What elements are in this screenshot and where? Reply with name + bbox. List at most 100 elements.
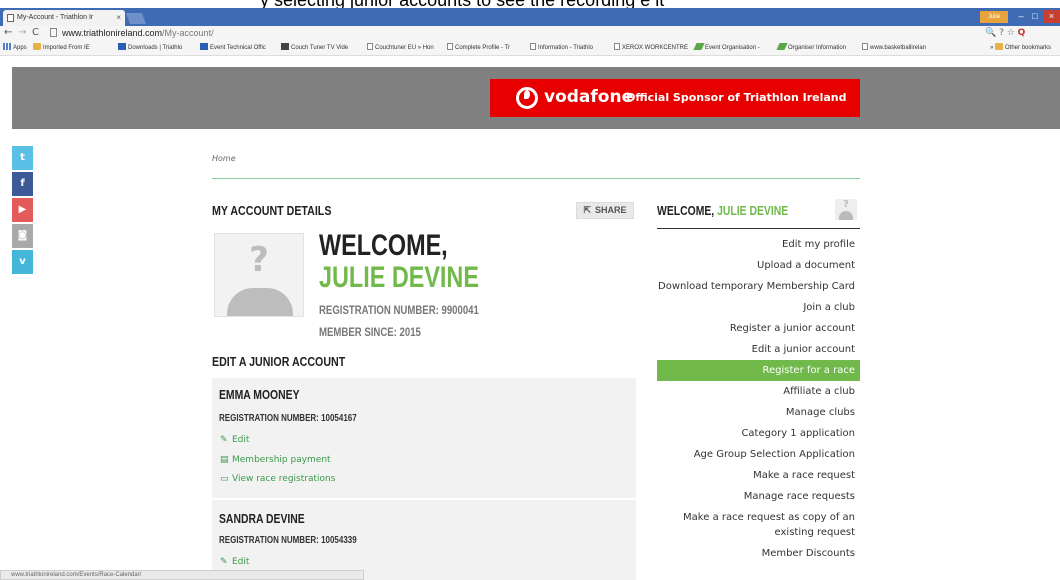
page-icon — [50, 28, 57, 37]
menu-item[interactable]: Edit my profile — [657, 234, 860, 255]
page-icon — [447, 43, 453, 50]
vodafone-sponsor-ad[interactable]: vodafone Official Sponsor of Triathlon I… — [490, 79, 860, 117]
junior-race-registrations-label: View race registrations — [232, 474, 336, 484]
junior-edit-link[interactable]: ✎ Edit — [220, 557, 249, 567]
junior-account-card: EMMA MOONEY REGISTRATION NUMBER: 1005416… — [212, 378, 636, 498]
menu-item[interactable]: Affiliate a club — [657, 381, 860, 402]
profile-badge[interactable]: Julie — [980, 11, 1008, 23]
junior-edit-link[interactable]: ✎ Edit — [220, 435, 249, 445]
url-field[interactable]: www.triathlonireland.com/My-account/ — [50, 27, 950, 39]
breadcrumb[interactable]: Home — [212, 154, 236, 163]
menu-item[interactable]: Manage race requests — [657, 486, 860, 507]
bookmark-label: Event Organisation - — [705, 45, 760, 51]
bookmark-label: Apps — [13, 45, 27, 51]
bookmark-label: Event Technical Offic — [210, 45, 266, 51]
grid-icon — [3, 43, 11, 50]
bookmark-item[interactable]: Event Technical Offic — [200, 43, 266, 53]
breadcrumb-home[interactable]: Home — [212, 154, 236, 163]
bookmarks-bar: » Other bookmarks Apps Imported From IE Do… — [0, 40, 1060, 56]
new-tab-button[interactable] — [125, 13, 147, 24]
sidebar-avatar: ? — [835, 199, 857, 220]
bookmark-item[interactable]: Organiser Information — [776, 43, 846, 53]
close-window-button[interactable]: × — [1043, 10, 1060, 23]
menu-item[interactable]: Category 1 application — [657, 423, 860, 444]
sidebar-divider — [657, 228, 860, 229]
maximize-button[interactable]: □ — [1028, 10, 1042, 23]
twitter-icon[interactable]: t — [12, 146, 33, 170]
bookmark-label: Imported From IE — [43, 45, 90, 51]
sidebar-avatar-silhouette — [839, 211, 853, 220]
share-button[interactable]: ⇱ SHARE — [576, 202, 634, 219]
sidebar-avatar-placeholder-icon: ? — [843, 199, 849, 210]
page-icon — [530, 43, 536, 50]
sponsor-text: Official Sponsor of Triathlon Ireland — [626, 91, 847, 104]
bookmarks-more-icon[interactable]: » — [990, 45, 993, 51]
junior-edit-label: Edit — [232, 557, 250, 567]
sponsor-brand: vodafone — [544, 87, 634, 107]
bookmark-item[interactable]: XEROX WORKCENTRE — [614, 43, 688, 53]
share-icon: ⇱ — [583, 205, 592, 215]
bookmark-item[interactable]: Couchtuner EU » Hon — [367, 43, 434, 53]
menu-item[interactable]: Download temporary Membership Card — [657, 276, 860, 297]
menu-item[interactable]: Upload a document — [657, 255, 860, 276]
bookmark-item[interactable]: Couch Tuner TV Vide — [281, 43, 348, 53]
monitor-icon: ▭ — [220, 474, 229, 484]
menu-item[interactable]: Make a race request — [657, 465, 860, 486]
back-arrow-icon[interactable]: ← — [4, 26, 12, 40]
menu-item[interactable]: Edit a junior account — [657, 339, 860, 360]
reload-icon[interactable]: C — [32, 26, 39, 40]
junior-race-registrations-link[interactable]: ▭ View race registrations — [220, 474, 335, 484]
folder-icon — [995, 43, 1004, 50]
junior-membership-link[interactable]: ▤ Membership payment — [220, 455, 331, 465]
junior-registration: REGISTRATION NUMBER: 10054339 — [219, 535, 357, 546]
bookmark-item[interactable]: Imported From IE — [33, 43, 90, 53]
registration-number: REGISTRATION NUMBER: 9900041 — [319, 303, 479, 317]
menu-item[interactable]: Manage clubs — [657, 402, 860, 423]
junior-membership-label: Membership payment — [232, 455, 331, 465]
sidebar-welcome: WELCOME, JULIE DEVINE — [657, 203, 788, 218]
menu-item[interactable]: Register for a race — [657, 360, 860, 381]
status-url: www.triathlonireland.com/Events/Race-Cal… — [11, 572, 142, 578]
browser-tab-strip: My-Account - Triathlon Ir × Julie – □ × — [0, 8, 1060, 26]
instagram-icon[interactable]: ◙ — [12, 224, 33, 248]
youtube-icon[interactable]: ▶ — [12, 198, 33, 222]
bookmark-item[interactable]: Information - Triathlo — [530, 43, 593, 53]
menu-item[interactable]: Member Discounts — [657, 543, 860, 564]
bookmark-item[interactable]: Apps — [3, 43, 27, 53]
avatar-placeholder-icon: ? — [249, 240, 269, 280]
page-icon — [367, 43, 373, 50]
junior-name: SANDRA DEVINE — [219, 511, 305, 526]
browser-tab[interactable]: My-Account - Triathlon Ir × — [3, 10, 125, 26]
vodafone-logo-icon — [516, 87, 538, 109]
folder-icon — [33, 43, 41, 50]
extension-icons[interactable]: 🔍 ? ☆ Q — [985, 26, 1025, 40]
bookmark-label: Downloads | Triathlo — [128, 45, 183, 51]
bookmark-item[interactable]: Event Organisation - — [693, 43, 760, 53]
sidebar-user-name: JULIE DEVINE — [717, 203, 789, 218]
menu-item[interactable]: Age Group Selection Application — [657, 444, 860, 465]
bookmark-item[interactable]: Complete Profile - Tr — [447, 43, 510, 53]
bookmark-item[interactable]: www.basketballirelan — [862, 43, 926, 53]
tab-close-icon[interactable]: × — [116, 10, 121, 26]
sponsor-banner: vodafone Official Sponsor of Triathlon I… — [12, 67, 1060, 129]
extension-q-icon[interactable]: Q — [1018, 28, 1026, 38]
card-icon: ▤ — [220, 455, 229, 465]
other-bookmarks-label: Other bookmarks — [1005, 45, 1052, 51]
avatar: ? — [214, 233, 304, 317]
menu-item[interactable]: Register a junior account — [657, 318, 860, 339]
bookmark-label: Complete Profile - Tr — [455, 45, 511, 51]
bookmark-item[interactable]: Downloads | Triathlo — [118, 43, 182, 53]
menu-item[interactable]: Make a race request as copy of an existi… — [657, 507, 860, 543]
url-host: www.triathlonireland.com — [62, 28, 163, 38]
edit-icon: ✎ — [220, 435, 228, 445]
junior-registration: REGISTRATION NUMBER: 10054167 — [219, 413, 357, 424]
bookmark-label: XEROX WORKCENTRE — [622, 45, 689, 51]
forward-arrow-icon[interactable]: → — [18, 26, 26, 40]
vimeo-icon[interactable]: v — [12, 250, 33, 274]
zoom-bookmark-icons[interactable]: 🔍 ? ☆ — [985, 28, 1015, 38]
facebook-icon[interactable]: f — [12, 172, 33, 196]
bookmark-label: Couchtuner EU » Hon — [375, 45, 434, 51]
minimize-button[interactable]: – — [1014, 10, 1028, 23]
other-bookmarks[interactable]: » Other bookmarks — [990, 43, 1051, 53]
menu-item[interactable]: Join a club — [657, 297, 860, 318]
